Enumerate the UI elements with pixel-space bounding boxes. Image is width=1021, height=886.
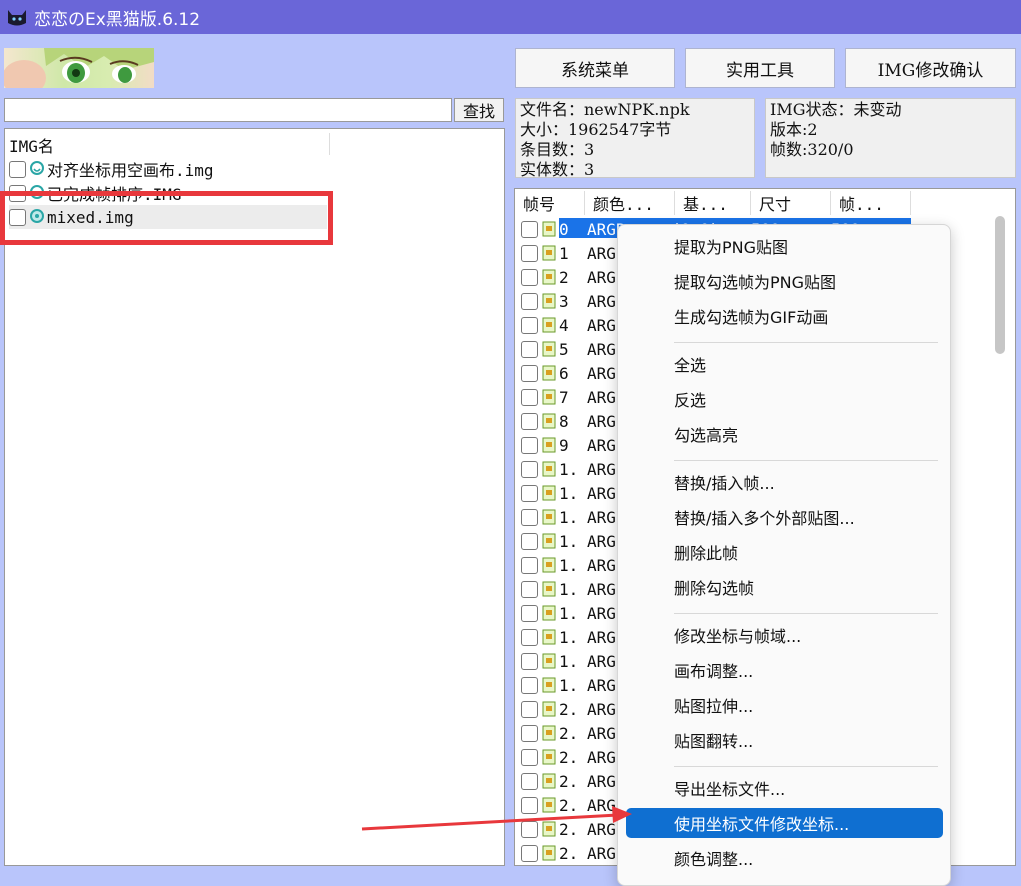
annotation-arrow [361, 806, 632, 831]
